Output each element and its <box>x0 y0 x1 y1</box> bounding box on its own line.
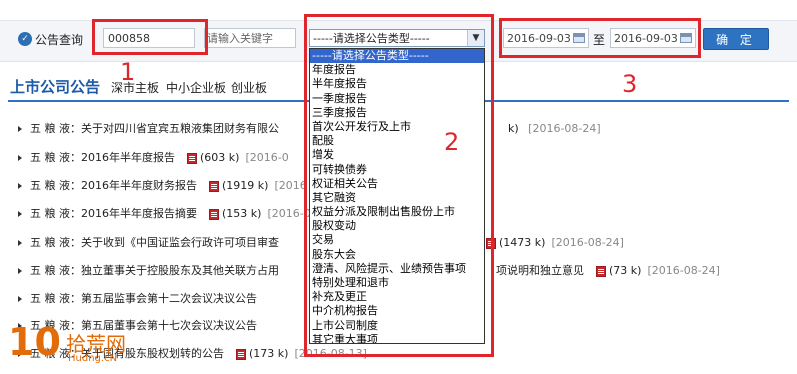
section-title: 上市公司公告 <box>10 78 101 96</box>
annotation-box-1 <box>92 19 208 55</box>
file-size: (1473 k) <box>499 236 546 249</box>
company-name: 五 粮 液 <box>30 122 70 135</box>
announcement-title[interactable]: 关于对四川省宜宾五粮液集团财务有限公 <box>81 122 279 135</box>
announcement-title[interactable]: 2016年半年度报告摘要 <box>81 207 197 220</box>
file-size: (73 k) <box>609 264 642 277</box>
announcement-date: [2016-0 <box>245 151 289 164</box>
announcement-title[interactable]: 第五届监事会第十二次会议决议公告 <box>81 292 257 305</box>
annotation-box-3 <box>499 18 701 58</box>
announcement-row[interactable]: 五 粮 液：2016年半年度报告 (603 k) [2016-0 <box>18 150 289 166</box>
file-size: (173 k) <box>249 347 289 360</box>
announcement-row[interactable]: 五 粮 液：2016年半年度报告摘要 (153 k) [2016-0 <box>18 206 311 222</box>
announcement-title-tail[interactable]: 项说明和独立意见 <box>496 264 584 277</box>
annotation-number-3: 3 <box>622 70 638 98</box>
bullet-icon <box>18 183 22 189</box>
bullet-icon <box>18 240 22 246</box>
announcement-title[interactable]: 2016年半年度财务报告 <box>81 179 197 192</box>
row-tail: 项说明和独立意见 (73 k) [2016-08-24] <box>496 263 720 279</box>
file-size: (1919 k) <box>222 179 269 192</box>
keyword-input[interactable]: 请输入关键字 <box>204 28 296 48</box>
file-size: (153 k) <box>222 207 262 220</box>
announcement-row[interactable]: 五 粮 液：2016年半年度财务报告 (1919 k) [2016 <box>18 178 307 194</box>
bullet-icon <box>18 155 22 161</box>
pdf-icon[interactable] <box>236 348 246 360</box>
company-name: 五 粮 液 <box>30 264 70 277</box>
bullet-icon <box>18 268 22 274</box>
announcement-row[interactable]: 五 粮 液：关于收到《中国证监会行政许可项目审查 (1473 k) [2016-0… <box>18 235 624 251</box>
announcement-title[interactable]: 2016年半年度报告 <box>81 151 175 164</box>
bullet-icon <box>18 126 22 132</box>
announcement-title[interactable]: 独立董事关于控股股东及其他关联方占用 <box>81 264 279 277</box>
announcement-date: [2016-08-24] <box>647 264 720 277</box>
annotation-number-2: 2 <box>444 128 460 156</box>
confirm-button[interactable]: 确 定 <box>703 28 769 50</box>
annotation-box-2 <box>304 14 494 357</box>
chevron-down-icon: ✓ <box>18 32 32 46</box>
company-name: 五 粮 液 <box>30 292 70 305</box>
row-tail: (1473 k) [2016-08-24] <box>486 235 624 251</box>
announcement-date: [2016-08-24] <box>551 236 624 249</box>
bullet-icon <box>18 211 22 217</box>
watermark-domain: Hudng.cN <box>68 353 118 364</box>
announcement-title[interactable]: 关于收到《中国证监会行政许可项目审查 <box>81 236 279 249</box>
row-tail: k) [2016-08-24] <box>508 122 601 135</box>
file-size: (603 k) <box>200 151 240 164</box>
pdf-icon[interactable] <box>187 152 197 164</box>
section-link-sme-board[interactable]: 中小企业板 <box>166 79 226 96</box>
pdf-icon[interactable] <box>209 180 219 192</box>
pdf-icon[interactable] <box>596 265 606 277</box>
announcement-row[interactable]: 五 粮 液：第五届监事会第十二次会议决议公告 <box>18 291 257 307</box>
announcement-row[interactable]: 五 粮 液：关于对四川省宜宾五粮液集团财务有限公 k) [2016-08-24] <box>18 121 601 137</box>
announcement-date: [2016 <box>274 179 307 192</box>
company-name: 五 粮 液 <box>30 236 70 249</box>
announcement-row[interactable]: 五 粮 液：独立董事关于控股股东及其他关联方占用 项说明和独立意见 (73 k)[… <box>18 263 720 279</box>
pdf-icon[interactable] <box>209 208 219 220</box>
bullet-icon <box>18 296 22 302</box>
company-name: 五 粮 液 <box>30 207 70 220</box>
watermark-logo: 10 <box>8 320 61 364</box>
query-label: 公告查询 <box>35 33 84 47</box>
company-name: 五 粮 液 <box>30 151 70 164</box>
section-link-chinext[interactable]: 创业板 <box>231 79 267 96</box>
annotation-number-1: 1 <box>120 58 136 86</box>
company-name: 五 粮 液 <box>30 179 70 192</box>
announcement-date: [2016-08-24] <box>528 122 601 135</box>
